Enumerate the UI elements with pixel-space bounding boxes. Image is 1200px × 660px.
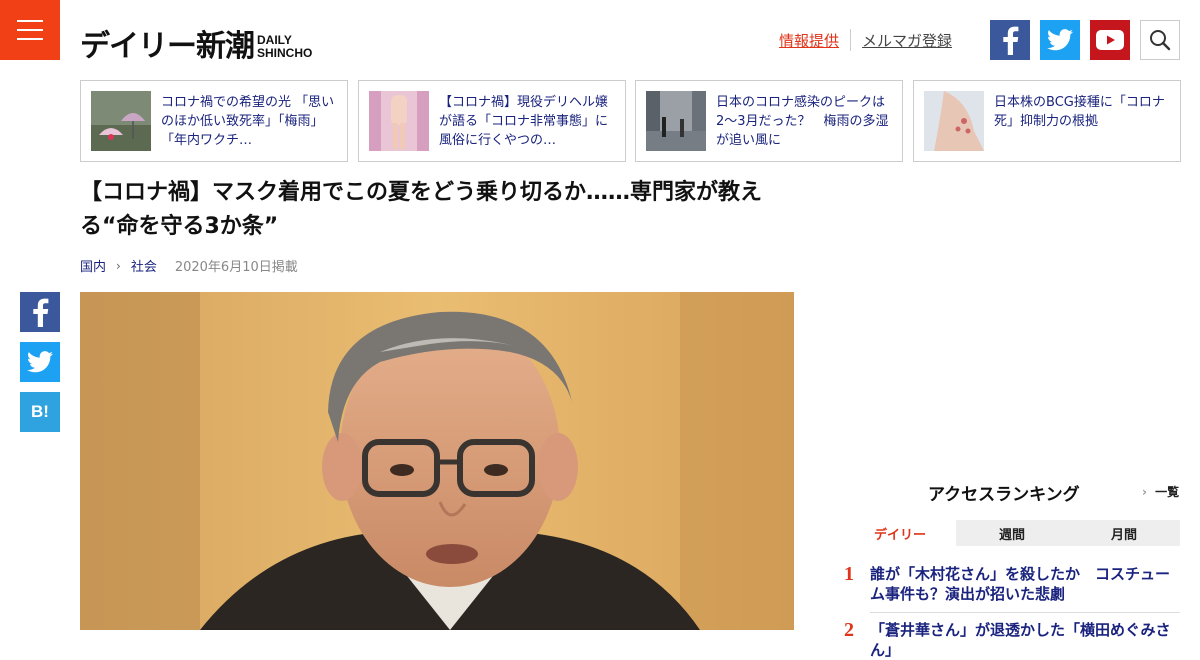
chevron-right-icon: › (116, 258, 121, 273)
related-article-title: 日本のコロナ感染のピークは2～3月だった？ 梅雨の多湿が追い風に (716, 94, 889, 148)
divider (850, 29, 852, 51)
related-thumbnail-image (924, 91, 984, 151)
facebook-icon (33, 298, 49, 327)
related-article-card[interactable]: 【コロナ禍】現役デリヘル嬢が語る「コロナ非常事態」に風俗に行くやつの… (358, 80, 626, 162)
site-logo[interactable]: デイリー新潮 DAILY SHINCHO (80, 18, 312, 62)
ranking-list-label: 一覧 (1155, 485, 1180, 499)
related-article-title: 【コロナ禍】現役デリヘル嬢が語る「コロナ非常事態」に風俗に行くやつの… (439, 94, 609, 148)
header-links: 情報提供 メルマガ登録 (779, 29, 952, 51)
related-article-card[interactable]: 日本株のBCG接種に「コロナ死」抑制力の根拠 (913, 80, 1181, 162)
breadcrumb-society-link[interactable]: 社会 (131, 256, 157, 275)
search-icon (1150, 30, 1171, 51)
breadcrumb: 国内 › 社会 2020年6月10日掲載 (80, 256, 298, 276)
youtube-icon (1096, 30, 1124, 50)
ranking-title: アクセスランキング (928, 485, 1080, 505)
twitter-icon (27, 351, 53, 373)
ranking-number: 1 (844, 563, 854, 585)
info-submit-link[interactable]: 情報提供 (779, 30, 839, 51)
menu-button[interactable] (0, 0, 60, 60)
ranking-item-title: 誰が「木村花さん」を殺したか コスチューム事件も？演出が招いた悲劇 (870, 565, 1171, 603)
hatena-bookmark-icon: B! (31, 402, 49, 421)
logo-english: DAILY SHINCHO (257, 34, 312, 60)
facebook-icon (1003, 26, 1019, 55)
menu-icon-bar (17, 29, 43, 31)
share-facebook-button[interactable] (20, 292, 60, 332)
related-thumbnail-image (91, 91, 151, 151)
article-hero-image (80, 292, 794, 630)
tab-monthly[interactable]: 月間 (1068, 520, 1180, 546)
menu-icon (17, 20, 43, 22)
ranking-item-title: 「蒼井華さん」が退透かした「横田めぐみさん」 (870, 621, 1171, 659)
related-thumbnail-image (646, 91, 706, 151)
menu-icon-bar (17, 38, 43, 40)
ranking-item[interactable]: 1 誰が「木村花さん」を殺したか コスチューム事件も？演出が招いた悲劇 (844, 564, 1180, 604)
twitter-icon (1047, 29, 1073, 51)
ranking-list-link[interactable]: › 一覧 (1142, 483, 1179, 500)
ranking-tabs: デイリー 週間 月間 (844, 520, 1180, 546)
chevron-right-icon: › (1142, 485, 1147, 499)
newsletter-link[interactable]: メルマガ登録 (862, 30, 952, 51)
divider (870, 612, 1180, 613)
share-hatena-button[interactable]: B! (20, 392, 60, 432)
related-article-card[interactable]: 日本のコロナ感染のピークは2～3月だった？ 梅雨の多湿が追い風に (635, 80, 903, 162)
facebook-button[interactable] (990, 20, 1030, 60)
article-title: 【コロナ禍】マスク着用でこの夏をどう乗り切るか……専門家が教える“命を守る3か条… (80, 180, 763, 239)
related-article-card[interactable]: コロナ禍での希望の光 「思いのほか低い致死率」「梅雨」「年内ワクチ… (80, 80, 348, 162)
logo-japanese: デイリー新潮 (80, 29, 255, 64)
related-thumbnail-image (369, 91, 429, 151)
related-article-title: 日本株のBCG接種に「コロナ死」抑制力の根拠 (994, 94, 1165, 129)
breadcrumb-domestic-link[interactable]: 国内 (80, 256, 106, 275)
tab-weekly[interactable]: 週間 (956, 520, 1068, 546)
twitter-button[interactable] (1040, 20, 1080, 60)
publish-date: 2020年6月10日掲載 (174, 260, 298, 275)
share-twitter-button[interactable] (20, 342, 60, 382)
logo-english-line-2: SHINCHO (257, 46, 313, 60)
ranking-item[interactable]: 2 「蒼井華さん」が退透かした「横田めぐみさん」 (844, 620, 1180, 660)
related-article-title: コロナ禍での希望の光 「思いのほか低い致死率」「梅雨」「年内ワクチ… (161, 94, 335, 148)
ranking-number: 2 (844, 619, 854, 641)
search-button[interactable] (1140, 20, 1180, 60)
youtube-button[interactable] (1090, 20, 1130, 60)
tab-daily[interactable]: デイリー (844, 520, 956, 546)
